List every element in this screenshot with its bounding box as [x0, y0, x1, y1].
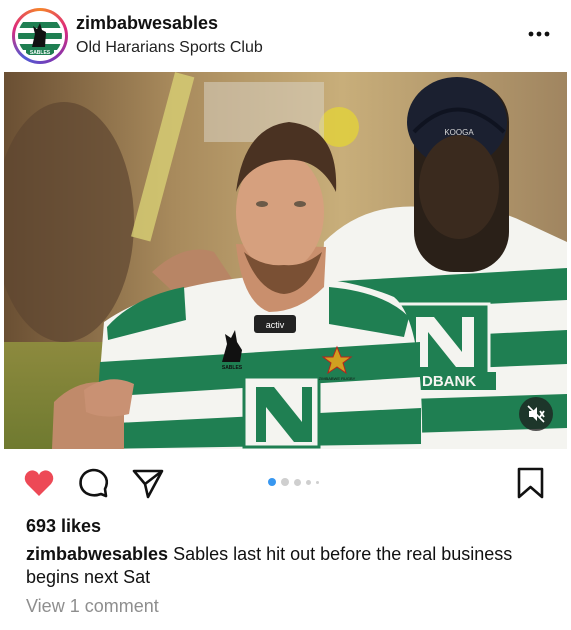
action-bar — [0, 458, 571, 508]
post-username[interactable]: zimbabwesables — [76, 13, 218, 34]
jersey-activ-text: activ — [266, 320, 285, 330]
comment-bubble-icon[interactable] — [77, 466, 111, 500]
avatar-text: SABLES — [30, 50, 51, 56]
view-comments-link[interactable]: View 1 comment — [26, 596, 159, 617]
paper-plane-icon[interactable] — [131, 466, 165, 500]
jersey-sponsor-text: DBANK — [422, 373, 476, 390]
carousel-dot — [281, 478, 289, 486]
carousel-indicator — [268, 478, 319, 486]
avatar-ring-inner: SABLES — [15, 11, 65, 61]
carousel-dot — [268, 478, 276, 486]
bookmark-icon[interactable] — [514, 466, 548, 500]
sables-logo: SABLES — [18, 14, 62, 58]
likes-count[interactable]: 693 likes — [26, 516, 101, 537]
caption-username[interactable]: zimbabwesables — [26, 544, 168, 564]
post-location[interactable]: Old Hararians Sports Club — [76, 39, 263, 57]
heart-filled-icon[interactable] — [22, 466, 56, 500]
post-header: SABLES zimbabwesables Old Hararians Spor… — [0, 0, 571, 72]
jersey-badge-text: SABLES — [222, 365, 243, 371]
speaker-muted-icon[interactable] — [519, 397, 553, 431]
more-horizontal-icon[interactable] — [526, 22, 552, 46]
jersey-crest-text: ZIMBABWE RUGBY — [319, 376, 356, 381]
post-photo[interactable]: DBANK KOOGA activ SABLES ZIMBABWE RUGBY — [4, 72, 567, 449]
carousel-dot — [306, 479, 311, 485]
post-caption: zimbabwesables Sables last hit out befor… — [26, 543, 526, 589]
carousel-dot — [316, 480, 319, 484]
carousel-dot — [294, 478, 301, 486]
profile-avatar[interactable]: SABLES — [12, 8, 68, 64]
